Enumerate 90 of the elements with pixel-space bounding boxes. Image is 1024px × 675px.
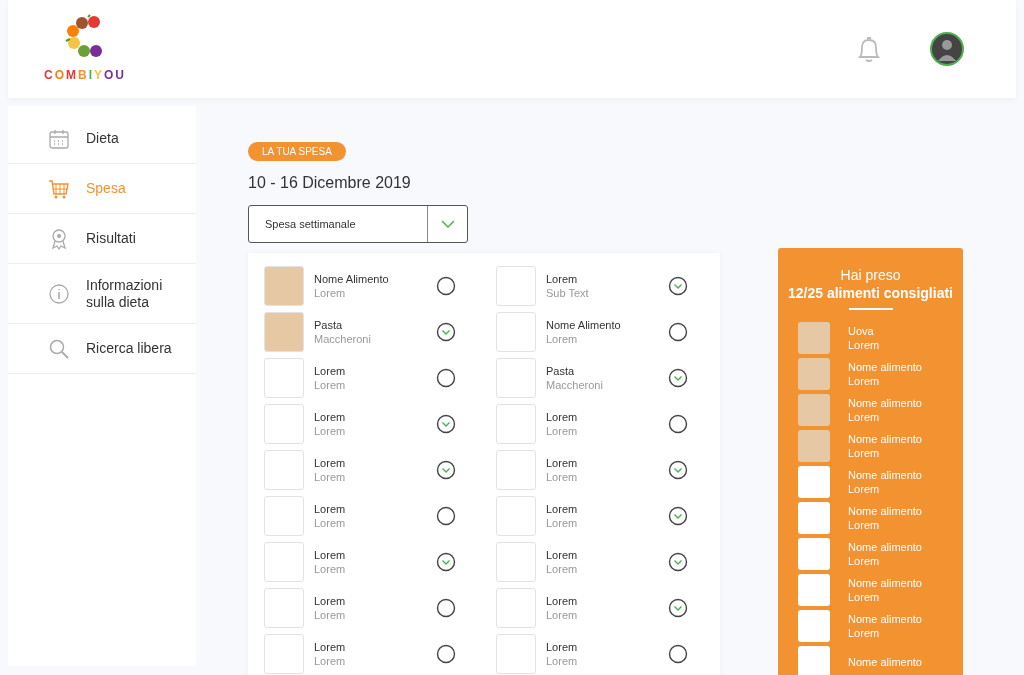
food-name: Nome alimento <box>848 359 922 375</box>
food-name: Nome alimento <box>848 575 922 591</box>
food-name: Lorem <box>314 639 347 654</box>
food-detail: Lorem <box>546 470 579 485</box>
user-avatar[interactable] <box>930 32 964 66</box>
food-detail: Lorem <box>314 608 347 623</box>
food-name: Pasta <box>546 363 576 378</box>
checked-circle-icon[interactable] <box>668 506 688 526</box>
food-detail: Lorem <box>314 286 347 301</box>
food-detail: Lorem <box>314 562 347 577</box>
period-select[interactable]: Spesa settimanale <box>248 205 468 243</box>
food-name: Nome alimento <box>848 503 922 519</box>
date-range-title: 10 - 16 Dicembre 2019 <box>248 173 412 193</box>
food-detail: Lorem <box>546 654 579 669</box>
food-name: Nome alimento <box>848 395 922 411</box>
checked-circle-icon[interactable] <box>436 552 456 572</box>
checked-circle-icon[interactable] <box>668 276 688 296</box>
calendar-icon <box>48 127 70 150</box>
food-detail: Lorem <box>546 562 579 577</box>
food-detail: Lorem <box>848 446 881 462</box>
unchecked-circle-icon[interactable] <box>668 414 688 434</box>
food-detail: Sub Text <box>546 286 590 301</box>
search-icon <box>48 337 70 360</box>
checked-circle-icon[interactable] <box>668 598 688 618</box>
food-detail: Lorem <box>314 424 347 439</box>
sidebar-item[interactable]: Dieta <box>8 114 196 164</box>
food-detail: Lorem <box>848 410 881 426</box>
food-detail: Lorem <box>314 654 347 669</box>
checked-circle-icon[interactable] <box>436 460 456 480</box>
title-underline <box>848 308 893 311</box>
food-name: Nome Alimento <box>546 317 622 332</box>
food-detail: Lorem <box>314 378 347 393</box>
food-detail: Lorem <box>848 518 881 534</box>
sidebar-item[interactable]: Risultati <box>8 214 196 264</box>
food-name: Lorem <box>546 639 579 654</box>
food-detail: Lorem <box>546 424 579 439</box>
summary-title: Hai preso <box>839 266 902 285</box>
unchecked-circle-icon[interactable] <box>668 322 688 342</box>
sidebar-item[interactable]: Informazioni sulla dieta <box>8 264 196 324</box>
unchecked-circle-icon[interactable] <box>436 506 456 526</box>
section-tag: LA TUA SPESA <box>248 142 346 161</box>
sidebar-item[interactable]: Ricerca libera <box>8 324 196 374</box>
food-detail: Lorem <box>848 590 881 606</box>
checked-circle-icon[interactable] <box>436 414 456 434</box>
food-name: Lorem <box>314 363 347 378</box>
unchecked-circle-icon[interactable] <box>436 644 456 664</box>
food-detail: Lorem <box>848 482 881 498</box>
food-name: Lorem <box>546 501 579 516</box>
food-name: Lorem <box>314 593 347 608</box>
unchecked-circle-icon[interactable] <box>436 598 456 618</box>
food-name: Lorem <box>546 547 579 562</box>
food-name: Lorem <box>546 409 579 424</box>
food-name: Lorem <box>314 547 347 562</box>
checked-circle-icon[interactable] <box>668 552 688 572</box>
food-name: Lorem <box>314 501 347 516</box>
food-name: Nome alimento <box>848 467 922 483</box>
unchecked-circle-icon[interactable] <box>668 644 688 664</box>
cart-icon <box>48 177 70 200</box>
food-detail: Lorem <box>546 608 579 623</box>
food-detail: Lorem <box>314 470 347 485</box>
food-detail: Lorem <box>848 554 881 570</box>
food-detail: Lorem <box>848 626 881 642</box>
chevron-down-icon <box>440 219 455 229</box>
food-name: Lorem <box>546 455 579 470</box>
food-detail: Maccheroni <box>546 378 604 393</box>
food-detail: Lorem <box>848 374 881 390</box>
unchecked-circle-icon[interactable] <box>436 368 456 388</box>
food-name: Nome alimento <box>848 431 922 447</box>
summary-count: 12/25 alimenti consigliati <box>787 284 954 303</box>
checked-circle-icon[interactable] <box>668 460 688 480</box>
food-name: Nome alimento <box>848 611 922 627</box>
food-detail: Maccheroni <box>314 332 372 347</box>
food-name: Nome Alimento <box>314 271 390 286</box>
food-name: Pasta <box>314 317 344 332</box>
food-detail: Lorem <box>546 516 579 531</box>
food-name: Lorem <box>546 593 579 608</box>
checked-circle-icon[interactable] <box>668 368 688 388</box>
food-detail: Lorem <box>546 332 579 347</box>
brand-name: COMBIYOU <box>43 67 127 84</box>
checked-circle-icon[interactable] <box>436 322 456 342</box>
food-name: Uova <box>848 323 875 339</box>
food-name: Nome alimento <box>848 539 922 555</box>
food-detail: Lorem <box>314 516 347 531</box>
food-name: Nome alimento <box>848 654 922 670</box>
food-name: Lorem <box>314 409 347 424</box>
info-icon <box>48 282 70 305</box>
food-name: Lorem <box>314 455 347 470</box>
food-name: Lorem <box>546 271 579 286</box>
food-detail: Lorem <box>848 338 880 354</box>
unchecked-circle-icon[interactable] <box>436 276 456 296</box>
